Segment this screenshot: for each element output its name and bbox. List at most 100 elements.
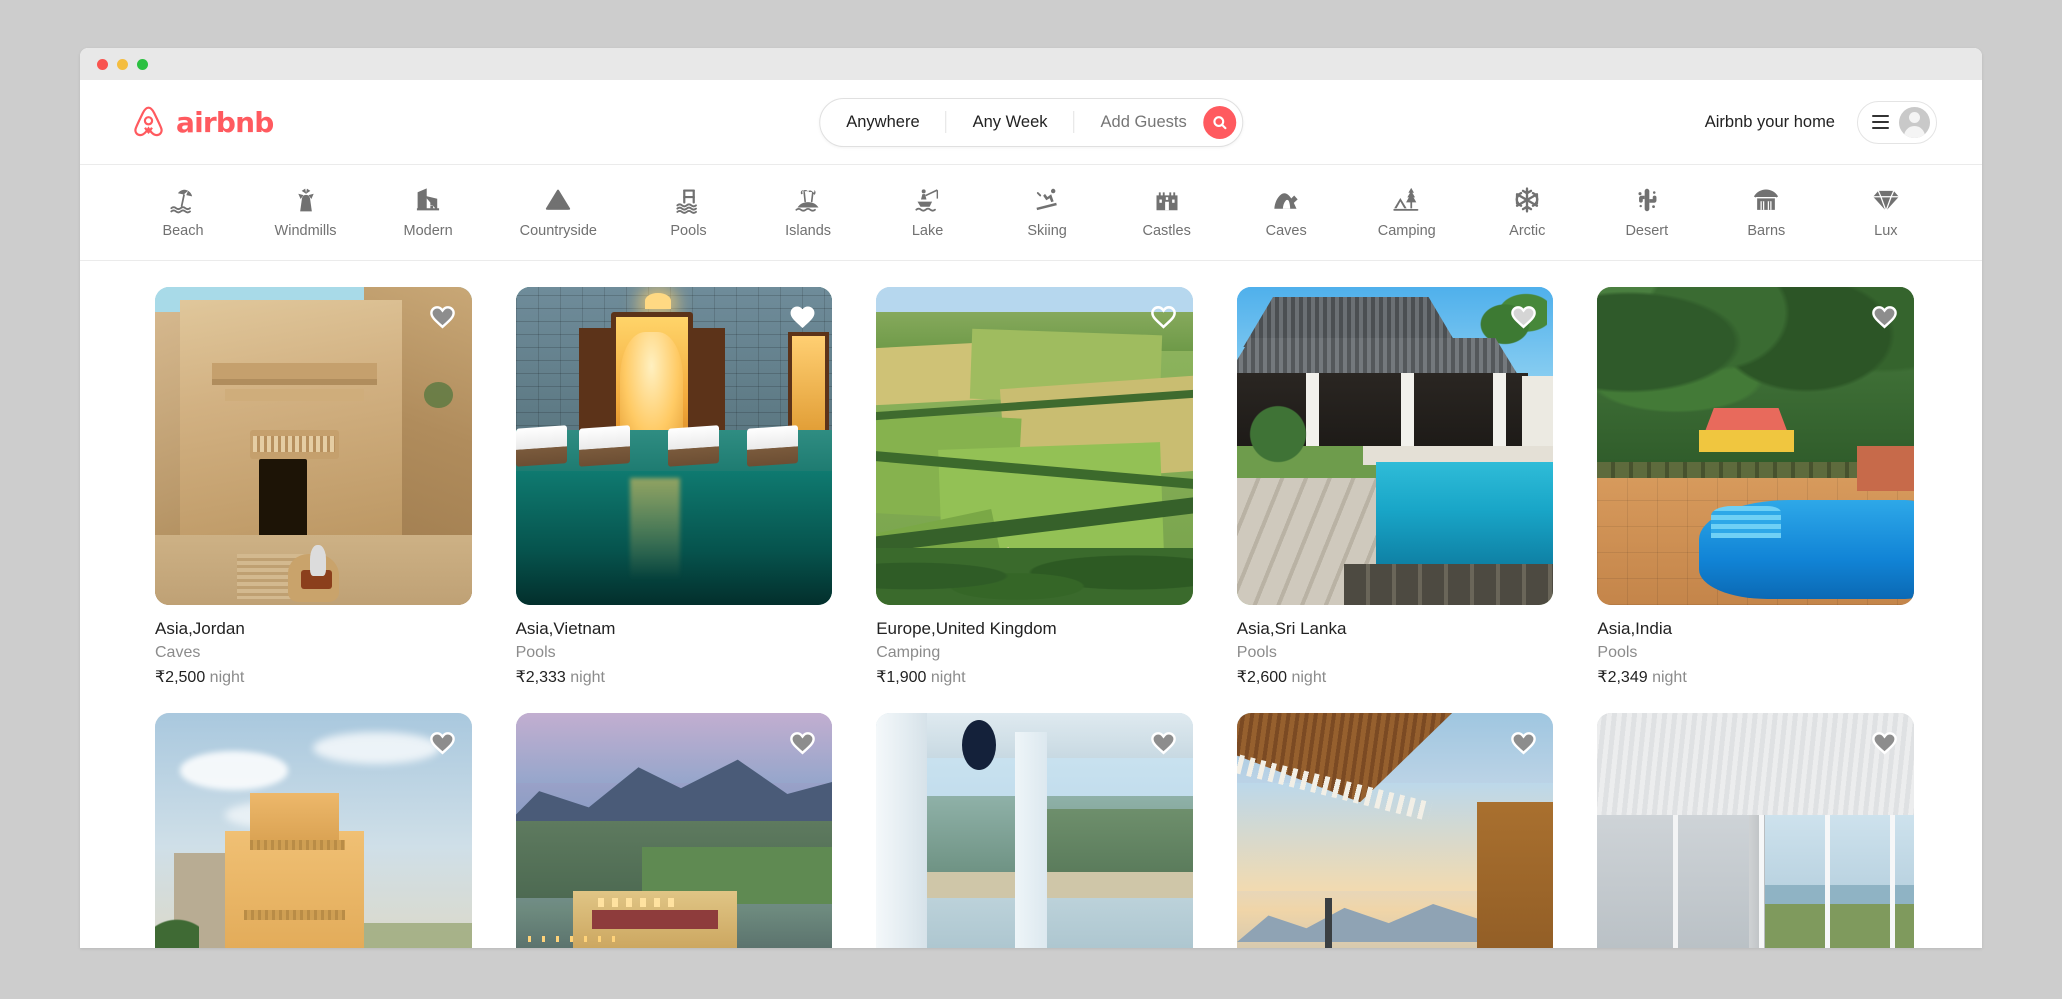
photo-scenery [516, 713, 833, 948]
listing-price-unit: night [1291, 669, 1326, 686]
listing-card[interactable]: Europe,United Kingdom Camping ₹1,900 nig… [876, 287, 1193, 688]
window-minimize-button[interactable] [117, 59, 128, 70]
category-label: Countryside [520, 223, 597, 239]
listing-category: Camping [876, 643, 1193, 663]
photo-scenery [1597, 713, 1914, 948]
category-bar: Beach Windmills Modern [80, 165, 1982, 261]
listing-photo-jordan[interactable] [155, 287, 472, 605]
airbnb-logo[interactable]: airbnb [130, 104, 274, 141]
category-item-caves[interactable]: Caves [1258, 186, 1314, 239]
airbnb-your-home-link[interactable]: Airbnb your home [1705, 113, 1835, 132]
category-item-skiing[interactable]: Skiing [1019, 186, 1075, 239]
search-bar[interactable]: Anywhere Any Week Add Guests [819, 98, 1243, 147]
browser-window: airbnb Anywhere Any Week Add Guests Air [80, 48, 1982, 948]
heart-icon[interactable] [1870, 728, 1899, 757]
category-item-arctic[interactable]: Arctic [1499, 186, 1555, 239]
listing-price-unit: night [210, 669, 245, 686]
heart-icon[interactable] [788, 302, 817, 331]
category-item-desert[interactable]: Desert [1619, 186, 1675, 239]
search-icon [1212, 115, 1227, 130]
search-location-field[interactable]: Anywhere [820, 99, 945, 146]
photo-scenery [155, 713, 472, 948]
listing-photo-united-kingdom[interactable] [876, 287, 1193, 605]
category-item-modern[interactable]: Modern [400, 186, 456, 239]
photo-scenery [1237, 287, 1554, 605]
heart-icon[interactable] [428, 728, 457, 757]
listing-price-amount: ₹2,333 [516, 669, 566, 686]
category-item-beach[interactable]: Beach [155, 186, 211, 239]
photo-scenery [155, 287, 472, 605]
heart-icon[interactable] [428, 302, 457, 331]
listing-card[interactable]: Asia,Jordan Caves ₹2,500 night [155, 287, 472, 688]
photo-scenery [876, 713, 1193, 948]
listing-price: ₹2,349 night [1597, 668, 1914, 688]
heart-icon[interactable] [1149, 302, 1178, 331]
listing-card[interactable] [1597, 713, 1914, 948]
listing-card[interactable]: Asia,Vietnam Pools ₹2,333 night [516, 287, 833, 688]
airbnb-wordmark: airbnb [176, 106, 274, 139]
listing-price-amount: ₹2,500 [155, 669, 205, 686]
windmill-icon [292, 186, 320, 214]
category-label: Caves [1266, 223, 1307, 239]
listing-card[interactable] [876, 713, 1193, 948]
category-item-islands[interactable]: Islands [780, 186, 836, 239]
category-item-castles[interactable]: Castles [1139, 186, 1195, 239]
heart-icon[interactable] [1509, 302, 1538, 331]
heart-icon[interactable] [1509, 728, 1538, 757]
heart-icon[interactable] [1870, 302, 1899, 331]
search-guests-field[interactable]: Add Guests [1075, 99, 1203, 146]
listing-card[interactable] [516, 713, 833, 948]
listing-category: Pools [516, 643, 833, 663]
listing-photo-vietnam[interactable] [516, 287, 833, 605]
category-label: Lake [912, 223, 943, 239]
cactus-icon [1633, 186, 1661, 214]
heart-icon[interactable] [788, 728, 817, 757]
category-item-camping[interactable]: Camping [1378, 186, 1436, 239]
listing-photo-row2-2[interactable] [516, 713, 833, 948]
castle-icon [1153, 186, 1181, 214]
listing-card[interactable] [155, 713, 472, 948]
listing-category: Caves [155, 643, 472, 663]
snowflake-icon [1513, 186, 1541, 214]
search-dates-field[interactable]: Any Week [947, 99, 1074, 146]
user-avatar-icon [1899, 107, 1930, 138]
listing-price: ₹2,600 night [1237, 668, 1554, 688]
category-label: Modern [404, 223, 453, 239]
listing-photo-row2-5[interactable] [1597, 713, 1914, 948]
listing-price: ₹2,333 night [516, 668, 833, 688]
listing-title: Asia,Vietnam [516, 618, 833, 639]
listing-photo-sri-lanka[interactable] [1237, 287, 1554, 605]
category-label: Camping [1378, 223, 1436, 239]
category-label: Skiing [1027, 223, 1067, 239]
search-submit-button[interactable] [1203, 106, 1236, 139]
user-menu-button[interactable] [1857, 101, 1937, 144]
category-item-pools[interactable]: Pools [661, 186, 717, 239]
listing-card[interactable]: Asia,India Pools ₹2,349 night [1597, 287, 1914, 688]
listing-photo-row2-1[interactable] [155, 713, 472, 948]
category-item-countryside[interactable]: Countryside [520, 186, 597, 239]
modern-building-icon [414, 186, 442, 214]
window-close-button[interactable] [97, 59, 108, 70]
category-item-windmills[interactable]: Windmills [275, 186, 337, 239]
listing-card[interactable]: Asia,Sri Lanka Pools ₹2,600 night [1237, 287, 1554, 688]
category-item-lux[interactable]: Lux [1858, 186, 1914, 239]
listing-price-amount: ₹2,600 [1237, 669, 1287, 686]
window-maximize-button[interactable] [137, 59, 148, 70]
listing-price-amount: ₹2,349 [1597, 669, 1647, 686]
category-item-lake[interactable]: Lake [900, 186, 956, 239]
island-palm-icon [794, 186, 822, 214]
listings-grid: Asia,Jordan Caves ₹2,500 night [155, 287, 1914, 948]
window-titlebar [80, 48, 1982, 80]
category-label: Barns [1747, 223, 1785, 239]
barn-icon [1752, 186, 1780, 214]
heart-icon[interactable] [1149, 728, 1178, 757]
listing-photo-row2-4[interactable] [1237, 713, 1554, 948]
listing-card[interactable] [1237, 713, 1554, 948]
lake-fishing-icon [914, 186, 942, 214]
airbnb-belo-icon [130, 104, 167, 141]
site-header: airbnb Anywhere Any Week Add Guests Air [80, 80, 1982, 165]
listing-photo-row2-3[interactable] [876, 713, 1193, 948]
listing-price: ₹1,900 night [876, 668, 1193, 688]
listing-photo-india[interactable] [1597, 287, 1914, 605]
category-item-barns[interactable]: Barns [1738, 186, 1794, 239]
